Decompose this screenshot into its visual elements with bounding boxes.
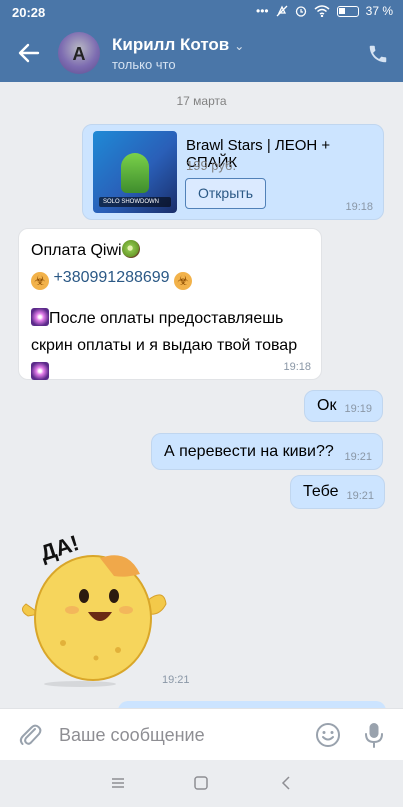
date-separator: 17 марта [176, 94, 227, 108]
sticker[interactable]: ДА! [18, 518, 178, 688]
phone-number-link[interactable]: +380991288699 [53, 269, 169, 286]
menu-icon[interactable] [108, 773, 128, 793]
message-composer [0, 708, 403, 760]
paperclip-icon[interactable] [18, 722, 42, 748]
message-input[interactable] [59, 723, 299, 747]
avatar-letter: A [72, 44, 86, 64]
message-bubble[interactable]: Ок 19:19 [304, 390, 383, 422]
status-icons: ••• 37 % [256, 4, 393, 18]
chevron-left-icon[interactable] [276, 773, 296, 793]
sticker-spot [93, 655, 99, 661]
sticker-spot [115, 647, 121, 653]
smile-icon[interactable] [315, 722, 341, 748]
status-bar: 20:28 ••• 37 % [0, 0, 403, 26]
chat-header: A Кирилл Котов ⌄ только что [0, 26, 403, 82]
contact-name-text: Кирилл Котов [112, 35, 230, 54]
system-navigation-bar [0, 760, 403, 807]
sticker-shadow [44, 681, 116, 687]
partial-message-bubble [118, 701, 386, 708]
biohazard-icon: ☣ [174, 272, 193, 290]
wifi-icon [314, 5, 330, 17]
product-thumbnail[interactable]: SOLO SHOWDOWN [93, 131, 177, 213]
sparkler-icon [31, 362, 49, 380]
message-time: 19:21 [344, 451, 372, 463]
square-icon[interactable] [191, 773, 211, 793]
product-price: 199 руб. [186, 158, 237, 173]
payment-message[interactable]: Оплата Qiwi ☣ +380991288699 ☣ После опла… [18, 228, 322, 380]
arrow-left-icon[interactable] [16, 39, 42, 67]
avatar[interactable]: A [58, 32, 100, 74]
thumb-caption: SOLO SHOWDOWN [99, 197, 171, 207]
contact-name[interactable]: Кирилл Котов ⌄ [112, 35, 244, 55]
alarm-icon [295, 6, 306, 17]
chat-area[interactable]: 17 марта SOLO SHOWDOWN Brawl Stars | ЛЕО… [0, 82, 403, 708]
sparkler-icon [31, 308, 49, 326]
sticker-left-eye [79, 589, 89, 603]
message-time: 19:18 [345, 201, 373, 213]
kiwi-icon [121, 240, 140, 258]
sticker-spot [60, 640, 66, 646]
payment-message-text: Оплата Qiwi ☣ +380991288699 ☣ После опла… [31, 237, 307, 386]
phone-icon[interactable] [367, 43, 389, 65]
sticker-right-eye [109, 589, 119, 603]
message-time: 19:18 [283, 361, 311, 373]
message-bubble[interactable]: А перевести на киви?? 19:21 [151, 433, 383, 470]
sticker-time: 19:21 [162, 674, 190, 686]
more-dots-icon: ••• [256, 4, 269, 18]
leon-character-image [121, 153, 149, 193]
payment-line-3a: После оплаты предоставляешь [49, 310, 284, 327]
open-product-button[interactable]: Открыть [185, 178, 266, 209]
sticker-blush [65, 606, 79, 614]
sticker-blush [119, 606, 133, 614]
microphone-icon[interactable] [364, 721, 384, 749]
message-bubble[interactable]: Тебе 19:21 [290, 475, 385, 509]
payment-line-1: Оплата Qiwi [31, 242, 122, 259]
message-text: А перевести на киви?? [164, 443, 334, 460]
message-time: 19:21 [346, 490, 374, 502]
mute-icon [276, 5, 288, 17]
message-text: Ок [317, 397, 337, 414]
battery-percent: 37 % [365, 4, 393, 18]
contact-status: только что [112, 57, 176, 72]
chevron-down-icon: ⌄ [234, 39, 245, 53]
message-time: 19:19 [344, 403, 372, 415]
battery-icon [336, 5, 359, 17]
message-text: Тебе [303, 483, 339, 500]
biohazard-icon: ☣ [31, 272, 49, 290]
product-message[interactable]: SOLO SHOWDOWN Brawl Stars | ЛЕОН + СПАЙК… [82, 124, 384, 220]
payment-line-3b: скрин оплаты и я выдаю твой товар [31, 337, 298, 354]
status-time: 20:28 [12, 5, 46, 20]
